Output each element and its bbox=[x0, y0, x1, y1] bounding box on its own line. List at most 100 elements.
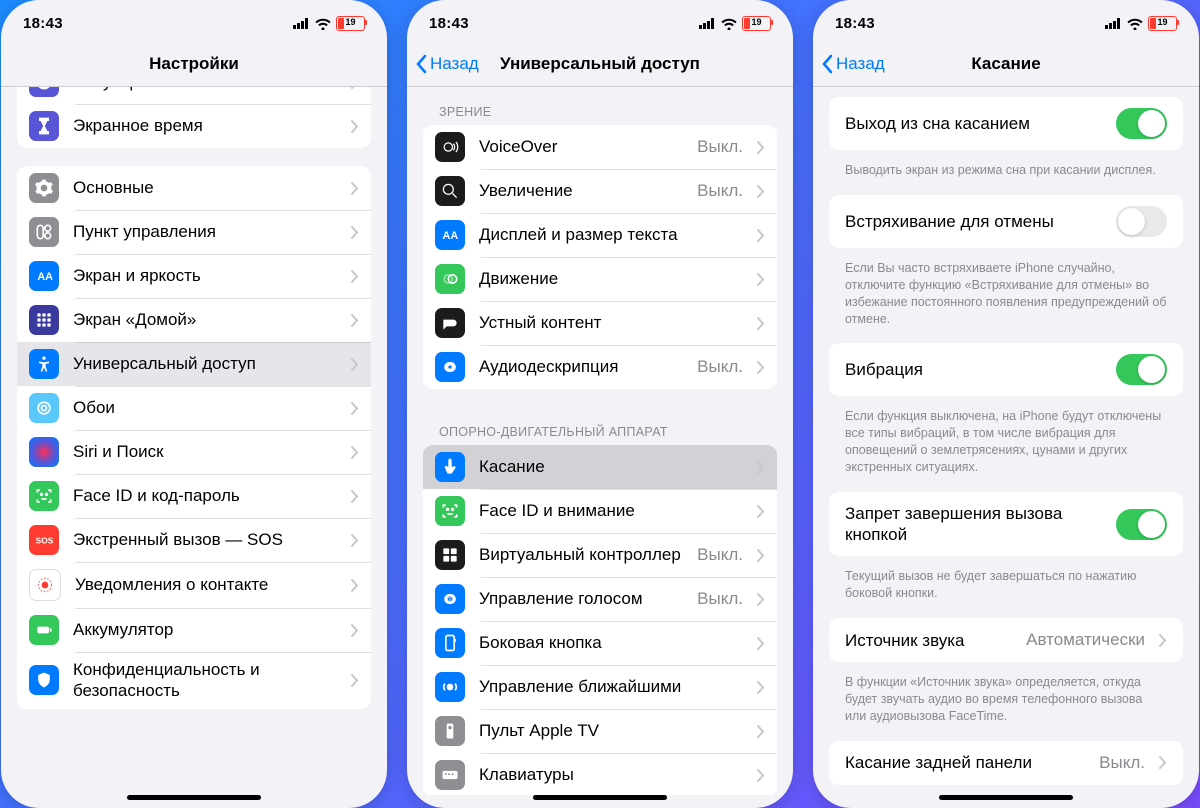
row-label: Face ID и код-пароль bbox=[73, 485, 337, 506]
phone-accessibility: 18:43 19 Назад Универсальный доступ ЗРЕН… bbox=[407, 0, 793, 808]
row-value: Выкл. bbox=[697, 357, 743, 377]
footer-text: Если функция выключена, на iPhone будут … bbox=[829, 402, 1183, 488]
chevron-right-icon bbox=[757, 593, 765, 606]
row-nearby[interactable]: Управление ближайшими bbox=[423, 665, 777, 709]
toggle-prevent-lock-end[interactable] bbox=[1116, 509, 1167, 540]
row-focus[interactable]: Фокусирование bbox=[17, 87, 371, 104]
toggle-group: Встряхивание для отмены bbox=[829, 195, 1183, 248]
back-button[interactable]: Назад bbox=[407, 54, 479, 74]
home-indicator[interactable] bbox=[939, 795, 1073, 800]
row-value: Выкл. bbox=[697, 545, 743, 565]
cell-signal-icon bbox=[293, 18, 310, 29]
footer-text: Если Вы часто встряхиваете iPhone случай… bbox=[829, 254, 1183, 340]
status-bar: 18:43 19 bbox=[813, 4, 1199, 42]
nav-group: Касание задней панели Выкл. bbox=[829, 741, 1183, 785]
footer-text: Дважды или трижды коснуться задней повер… bbox=[829, 791, 1183, 795]
home-indicator[interactable] bbox=[533, 795, 667, 800]
control-center-icon bbox=[29, 217, 59, 247]
row-motion[interactable]: Движение bbox=[423, 257, 777, 301]
row-label: Экран и яркость bbox=[73, 265, 337, 286]
switch-icon bbox=[435, 540, 465, 570]
status-bar: 18:43 19 bbox=[1, 4, 387, 42]
chevron-right-icon bbox=[351, 490, 359, 503]
row-privacy[interactable]: Конфиденциальность и безопасность bbox=[17, 652, 371, 709]
chevron-right-icon bbox=[351, 579, 359, 592]
chevron-right-icon bbox=[351, 270, 359, 283]
vision-group: VoiceOver Выкл. Увеличение Выкл. AA Дисп… bbox=[423, 125, 777, 389]
motor-group: Касание Face ID и внимание Виртуальный к… bbox=[423, 445, 777, 795]
row-voicecontrol[interactable]: Управление голосом Выкл. bbox=[423, 577, 777, 621]
settings-group: Фокусирование Экранное время bbox=[17, 87, 371, 148]
row-wallpaper[interactable]: Обои bbox=[17, 386, 371, 430]
toggle-vibration[interactable] bbox=[1116, 354, 1167, 385]
toggle-group: Вибрация bbox=[829, 343, 1183, 396]
row-value: Выкл. bbox=[697, 181, 743, 201]
row-homescreen[interactable]: Экран «Домой» bbox=[17, 298, 371, 342]
row-label: Управление голосом bbox=[479, 588, 683, 609]
row-display[interactable]: AA Экран и яркость bbox=[17, 254, 371, 298]
row-audiodesc[interactable]: Аудиодескрипция Выкл. bbox=[423, 345, 777, 389]
motion-icon bbox=[435, 264, 465, 294]
row-label: Экранное время bbox=[73, 115, 337, 136]
row-sidebutton[interactable]: Боковая кнопка bbox=[423, 621, 777, 665]
chevron-right-icon bbox=[351, 674, 359, 687]
row-label: Касание задней панели bbox=[845, 752, 1085, 773]
row-faceid-attention[interactable]: Face ID и внимание bbox=[423, 489, 777, 533]
row-vibration: Вибрация bbox=[829, 343, 1183, 396]
row-appletv[interactable]: Пульт Apple TV bbox=[423, 709, 777, 753]
row-label: Запрет завершения вызова кнопкой bbox=[845, 503, 1102, 546]
row-label: Устный контент bbox=[479, 312, 743, 333]
footer-text: Выводить экран из режима сна при касании… bbox=[829, 156, 1183, 191]
row-label: Экран «Домой» bbox=[73, 309, 337, 330]
row-zoom[interactable]: Увеличение Выкл. bbox=[423, 169, 777, 213]
row-exposure[interactable]: Уведомления о контакте bbox=[17, 562, 371, 608]
settings-group: Основные Пункт управления AA Экран и ярк… bbox=[17, 166, 371, 709]
chevron-right-icon bbox=[757, 549, 765, 562]
voice-icon bbox=[435, 584, 465, 614]
cell-signal-icon bbox=[699, 18, 716, 29]
row-voiceover[interactable]: VoiceOver Выкл. bbox=[423, 125, 777, 169]
row-sos[interactable]: SOS Экстренный вызов — SOS bbox=[17, 518, 371, 562]
svg-text:AA: AA bbox=[443, 230, 459, 242]
row-label: Выход из сна касанием bbox=[845, 113, 1102, 134]
row-keyboards[interactable]: Клавиатуры bbox=[423, 753, 777, 795]
row-battery[interactable]: Аккумулятор bbox=[17, 608, 371, 652]
row-displaytext[interactable]: AA Дисплей и размер текста bbox=[423, 213, 777, 257]
chevron-right-icon bbox=[757, 505, 765, 518]
nav-group: Источник звука Автоматически bbox=[829, 618, 1183, 662]
row-siri[interactable]: Siri и Поиск bbox=[17, 430, 371, 474]
row-accessibility[interactable]: Универсальный доступ bbox=[17, 342, 371, 386]
battery-icon bbox=[29, 615, 59, 645]
row-faceid[interactable]: Face ID и код-пароль bbox=[17, 474, 371, 518]
status-time: 18:43 bbox=[23, 15, 63, 32]
chevron-right-icon bbox=[1159, 756, 1167, 769]
group-label: ОПОРНО-ДВИГАТЕЛЬНЫЙ АППАРАТ bbox=[423, 407, 777, 445]
row-label: Боковая кнопка bbox=[479, 632, 743, 653]
row-controlcenter[interactable]: Пункт управления bbox=[17, 210, 371, 254]
row-label: Фокусирование bbox=[73, 87, 337, 93]
page-title: Настройки bbox=[1, 54, 387, 74]
chevron-right-icon bbox=[351, 358, 359, 371]
row-audio-source[interactable]: Источник звука Автоматически bbox=[829, 618, 1183, 662]
nav-bar: Назад Касание bbox=[813, 42, 1199, 87]
svg-text:AA: AA bbox=[37, 271, 53, 283]
siri-icon bbox=[29, 437, 59, 467]
home-indicator[interactable] bbox=[127, 795, 261, 800]
row-screentime[interactable]: Экранное время bbox=[17, 104, 371, 148]
chevron-right-icon bbox=[351, 314, 359, 327]
row-label: Универсальный доступ bbox=[73, 353, 337, 374]
toggle-wake-touch[interactable] bbox=[1116, 108, 1167, 139]
row-value: Автоматически bbox=[1026, 630, 1145, 650]
row-touch[interactable]: Касание bbox=[423, 445, 777, 489]
row-switchcontrol[interactable]: Виртуальный контроллер Выкл. bbox=[423, 533, 777, 577]
back-button[interactable]: Назад bbox=[813, 54, 885, 74]
toggle-shake-undo[interactable] bbox=[1116, 206, 1167, 237]
row-back-tap[interactable]: Касание задней панели Выкл. bbox=[829, 741, 1183, 785]
row-general[interactable]: Основные bbox=[17, 166, 371, 210]
chevron-right-icon bbox=[757, 317, 765, 330]
chevron-right-icon bbox=[351, 624, 359, 637]
row-value: Выкл. bbox=[697, 137, 743, 157]
row-label: Управление ближайшими bbox=[479, 676, 743, 697]
sos-icon: SOS bbox=[29, 525, 59, 555]
row-spoken[interactable]: Устный контент bbox=[423, 301, 777, 345]
